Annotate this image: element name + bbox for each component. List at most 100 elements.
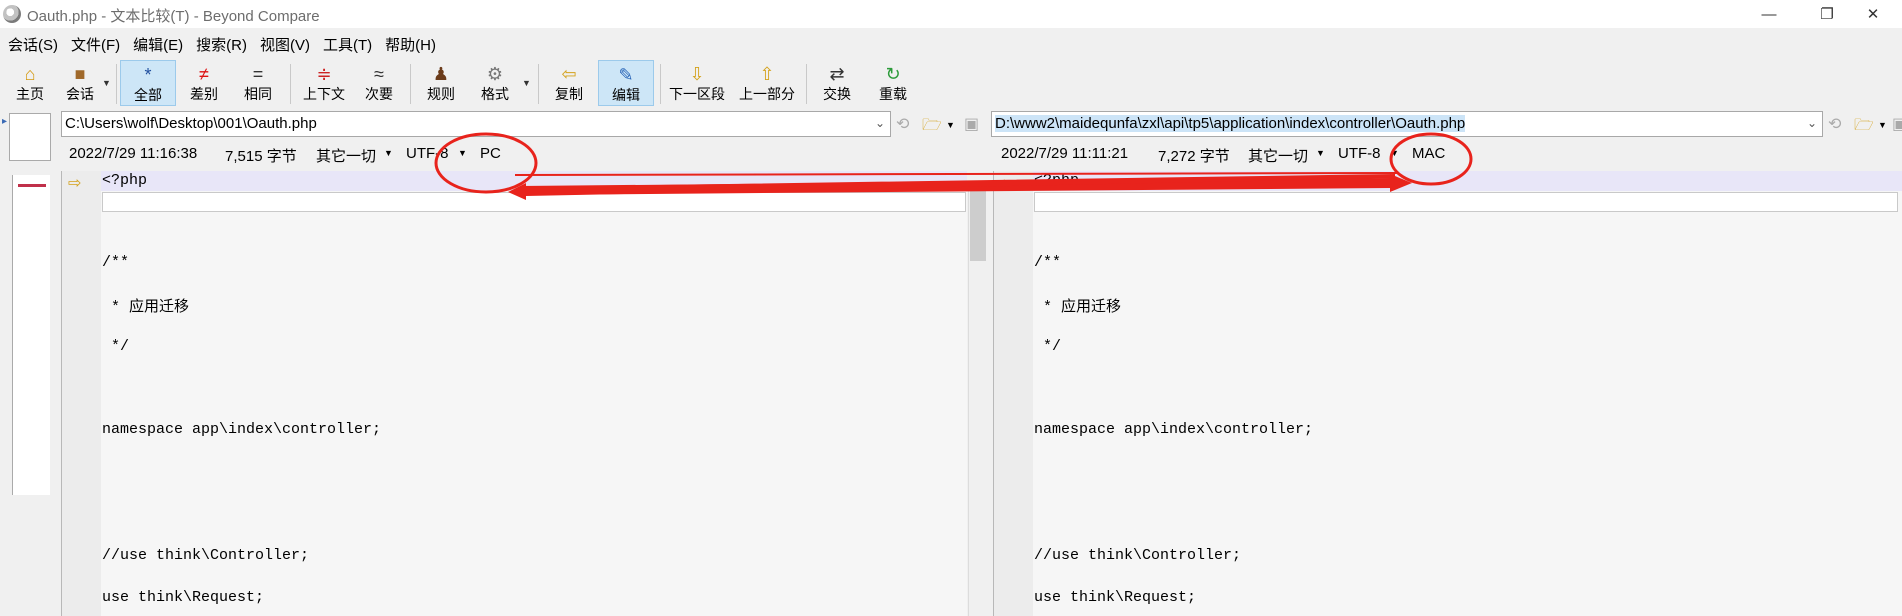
- format-dropdown-icon[interactable]: ▼: [522, 78, 531, 88]
- right-line-ending[interactable]: MAC: [1412, 145, 1445, 162]
- show-same-button[interactable]: = 相同: [234, 60, 282, 106]
- right-file-size: 7,272 字节: [1158, 148, 1230, 165]
- show-diffs-button[interactable]: ≠ 差别: [180, 60, 228, 106]
- next-section-button[interactable]: ⇩ 下一区段: [664, 60, 730, 106]
- minimize-button[interactable]: —: [1740, 0, 1798, 28]
- minor-button[interactable]: ≈ 次要: [356, 60, 402, 106]
- menu-search[interactable]: 搜索(R): [188, 34, 252, 55]
- session-dropdown-icon[interactable]: ▼: [102, 78, 111, 88]
- not-equal-icon: ≠: [199, 64, 209, 84]
- right-text-pane[interactable]: <?php /** * 应用迁移 */ namespace app\index\…: [1033, 171, 1902, 616]
- empty-line: [102, 192, 966, 212]
- code-line: use think\Request;: [1034, 589, 1197, 606]
- diff-overview-strip[interactable]: [12, 175, 50, 495]
- arrow-up-icon: ⇧: [759, 64, 775, 84]
- asterisk-icon: *: [144, 65, 152, 85]
- menu-view[interactable]: 视图(V): [252, 34, 315, 55]
- save-icon[interactable]: ▣: [964, 114, 979, 134]
- right-encoding[interactable]: UTF-8: [1338, 145, 1381, 162]
- toolbar-separator: [538, 64, 539, 104]
- right-path-input[interactable]: D:\www2\maidequnfa\zxl\api\tp5\applicati…: [991, 111, 1823, 137]
- diff-overview-marker: [18, 184, 46, 187]
- menu-edit[interactable]: 编辑(E): [125, 34, 188, 55]
- menu-bar: 会话(S) 文件(F) 编辑(E) 搜索(R) 视图(V) 工具(T) 帮助(H…: [0, 32, 441, 56]
- edit-button[interactable]: ✎ 编辑: [598, 60, 654, 106]
- approx-icon: ≈: [374, 64, 384, 84]
- toolbar-separator: [806, 64, 807, 104]
- code-line: //use think\Controller;: [1034, 547, 1242, 564]
- window-title: Oauth.php - 文本比较(T) - Beyond Compare: [27, 8, 320, 25]
- context-icon: ≑: [316, 64, 332, 84]
- show-all-button[interactable]: * 全部: [120, 60, 176, 106]
- close-button[interactable]: ✕: [1844, 0, 1902, 28]
- folder-dropdown-icon[interactable]: ▼: [946, 120, 955, 130]
- equals-icon: =: [252, 64, 264, 84]
- arrow-left-icon[interactable]: ⇦: [1000, 173, 1013, 193]
- save-icon[interactable]: ▣: [1892, 114, 1902, 134]
- code-line: <?php: [102, 172, 148, 189]
- right-gutter: ⇦: [993, 171, 1034, 616]
- left-scrollbar[interactable]: [968, 190, 987, 616]
- code-line: /**: [1034, 254, 1062, 271]
- folder-open-icon[interactable]: 🗁: [922, 114, 942, 141]
- empty-line: [1034, 192, 1898, 212]
- briefcase-icon: ■: [74, 64, 86, 84]
- context-button[interactable]: ≑ 上下文: [296, 60, 352, 106]
- code-line: <?php: [1034, 172, 1080, 189]
- reload-button[interactable]: ↻ 重载: [868, 60, 918, 106]
- history-icon[interactable]: ⟲: [1828, 114, 1841, 134]
- current-line-highlight: [1033, 171, 1902, 191]
- app-icon: [3, 5, 21, 23]
- folder-dropdown-icon[interactable]: ▼: [1878, 120, 1887, 130]
- menu-file[interactable]: 文件(F): [63, 34, 125, 55]
- menu-tools[interactable]: 工具(T): [315, 34, 377, 55]
- toolbar-separator: [410, 64, 411, 104]
- menu-session[interactable]: 会话(S): [0, 34, 63, 55]
- folder-open-icon[interactable]: 🗁: [1854, 114, 1874, 141]
- edit-icon: ✎: [618, 65, 634, 85]
- code-line: //use think\Controller;: [102, 547, 310, 564]
- code-line: namespace app\index\controller;: [1034, 421, 1314, 438]
- swap-button[interactable]: ⇄ 交换: [812, 60, 862, 106]
- rules-button[interactable]: ♟ 规则: [418, 60, 464, 106]
- right-other-rules[interactable]: 其它一切: [1248, 145, 1308, 166]
- home-icon: ⌂: [24, 64, 36, 84]
- code-line: * 应用迁移: [102, 299, 190, 316]
- reload-icon: ↻: [885, 64, 901, 84]
- toolbar: ⌂ 主页 ■ 会话 ▼ * 全部 ≠ 差别 = 相同 ≑ 上下文 ≈ 次要 ♟ …: [0, 58, 1902, 108]
- arrow-right-icon[interactable]: ⇨: [68, 173, 81, 193]
- prev-section-button[interactable]: ⇧ 上一部分: [734, 60, 800, 106]
- chevron-down-icon[interactable]: ▼: [1390, 148, 1399, 158]
- code-line: namespace app\index\controller;: [102, 421, 382, 438]
- code-line: */: [102, 338, 130, 355]
- copy-button[interactable]: ⇦ 复制: [546, 60, 592, 106]
- toolbar-separator: [290, 64, 291, 104]
- arrow-left-icon: ⇦: [561, 64, 577, 84]
- home-button[interactable]: ⌂ 主页: [8, 60, 52, 106]
- format-button[interactable]: ⚙ 格式: [472, 60, 518, 106]
- title-bar: Oauth.php - 文本比较(T) - Beyond Compare — ❐…: [0, 0, 1902, 28]
- swap-icon: ⇄: [829, 64, 845, 84]
- right-info-bar: 2022/7/29 11:11:21 7,272 字节 其它一切 ▼ UTF-8…: [0, 145, 1902, 165]
- chevron-down-icon[interactable]: ▼: [1316, 148, 1325, 158]
- pane-indicator-icon: ▸: [2, 116, 8, 127]
- chevron-down-icon[interactable]: ⌄: [1807, 116, 1817, 130]
- current-line-highlight: [101, 171, 967, 191]
- left-scrollbar-thumb[interactable]: [970, 191, 986, 261]
- code-line: use think\Request;: [102, 589, 265, 606]
- right-timestamp: 2022/7/29 11:11:21: [1001, 145, 1129, 162]
- menu-help[interactable]: 帮助(H): [377, 34, 441, 55]
- gear-icon: ⚙: [486, 64, 504, 84]
- code-line: * 应用迁移: [1034, 299, 1122, 316]
- toolbar-separator: [660, 64, 661, 104]
- arrow-down-icon: ⇩: [689, 64, 705, 84]
- left-gutter: ⇨: [61, 171, 102, 616]
- referee-icon: ♟: [432, 64, 450, 84]
- left-text-pane[interactable]: <?php /** * 应用迁移 */ namespace app\index\…: [101, 171, 967, 616]
- history-icon[interactable]: ⟲: [896, 114, 909, 134]
- code-line: /**: [102, 254, 130, 271]
- code-line: */: [1034, 338, 1062, 355]
- session-button[interactable]: ■ 会话: [58, 60, 102, 106]
- left-path-input[interactable]: C:\Users\wolf\Desktop\001\Oauth.php ⌄: [61, 111, 891, 137]
- chevron-down-icon[interactable]: ⌄: [875, 116, 885, 130]
